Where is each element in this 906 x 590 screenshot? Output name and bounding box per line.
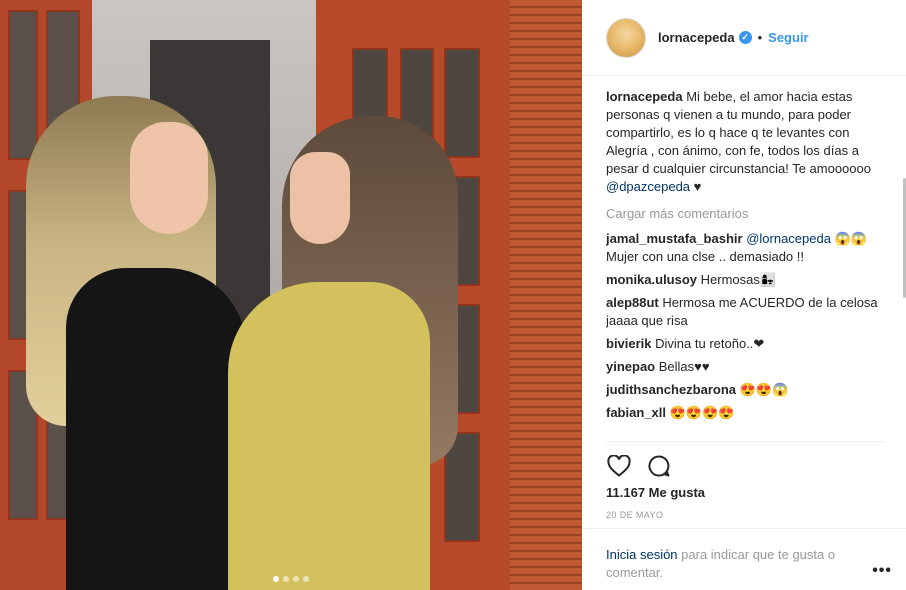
comment-item: monika.ulusoy Hermosas👩‍👧 <box>606 271 886 289</box>
like-button[interactable] <box>606 453 632 479</box>
post-header: lornacepeda ✓ • Seguir <box>582 0 906 76</box>
comment-text: Bellas♥♥ <box>655 359 710 374</box>
photo-person-right-face <box>290 152 350 244</box>
load-more-comments-button[interactable]: Cargar más comentarios <box>606 205 886 223</box>
comment-username[interactable]: fabian_xll <box>606 405 666 420</box>
verified-badge-icon: ✓ <box>738 31 752 44</box>
comments-scrollbar[interactable] <box>902 88 906 440</box>
comment-item: judithsanchezbarona 😍😍😱 <box>606 381 886 399</box>
comment-username[interactable]: monika.ulusoy <box>606 272 697 287</box>
heart-icon <box>607 454 631 477</box>
carousel-dot[interactable] <box>303 576 309 582</box>
carousel-dot[interactable] <box>283 576 289 582</box>
carousel-indicator <box>0 576 582 582</box>
photo-person-left-coat <box>66 268 246 590</box>
post-date: 20 DE MAYO <box>606 510 664 520</box>
login-prompt: Inicia sesión para indicar que te gusta … <box>582 528 906 590</box>
comments-list[interactable]: lornacepeda Mi bebe, el amor hacia estas… <box>606 88 886 440</box>
caption-mention[interactable]: @dpazcepeda <box>606 179 690 194</box>
comment-text: 😍😍😱 <box>736 382 789 397</box>
instagram-post: lornacepeda ✓ • Seguir lornacepeda Mi be… <box>0 0 906 590</box>
caption-suffix: ♥ <box>690 179 702 194</box>
post-sidebar: lornacepeda ✓ • Seguir lornacepeda Mi be… <box>582 0 906 590</box>
post-photo[interactable] <box>0 0 582 590</box>
header-username[interactable]: lornacepeda <box>658 30 735 45</box>
comment-text: 😍😍😍😍 <box>665 405 735 420</box>
follow-button[interactable]: Seguir <box>768 30 808 45</box>
comment-bubble-icon <box>648 455 670 476</box>
header-separator: • <box>757 30 763 45</box>
caption: lornacepeda Mi bebe, el amor hacia estas… <box>606 88 886 196</box>
comment-item: yinepao Bellas♥♥ <box>606 358 886 376</box>
caption-username[interactable]: lornacepeda <box>606 89 683 104</box>
comment-item: bivierik Divina tu retoño..❤ <box>606 335 886 353</box>
carousel-dot[interactable] <box>293 576 299 582</box>
comment-item: jamal_mustafa_bashir @lornacepeda 😱😱 Muj… <box>606 230 886 266</box>
comment-username[interactable]: yinepao <box>606 359 655 374</box>
avatar[interactable] <box>606 17 646 58</box>
comment-username[interactable]: alep88ut <box>606 295 659 310</box>
carousel-dot[interactable] <box>273 576 279 582</box>
login-link[interactable]: Inicia sesión <box>606 547 678 562</box>
more-options-button[interactable]: ••• <box>872 563 892 579</box>
comment-item: fabian_xll 😍😍😍😍 <box>606 404 886 422</box>
comment-text: Divina tu retoño..❤ <box>651 336 765 351</box>
comment-button[interactable] <box>646 453 672 479</box>
photo-shutter <box>510 0 582 590</box>
comment-item: alep88ut Hermosa me ACUERDO de la celosa… <box>606 294 886 330</box>
comment-mention[interactable]: @lornacepeda <box>746 231 831 246</box>
comment-container: jamal_mustafa_bashir @lornacepeda 😱😱 Muj… <box>606 230 886 422</box>
photo-person-left-face <box>130 122 208 234</box>
comment-username[interactable]: jamal_mustafa_bashir <box>606 231 743 246</box>
comment-username[interactable]: judithsanchezbarona <box>606 382 736 397</box>
photo-person-right-sweater <box>228 282 430 590</box>
comment-username[interactable]: bivierik <box>606 336 652 351</box>
action-bar <box>606 441 886 485</box>
likes-count[interactable]: 11.167 Me gusta <box>606 485 705 500</box>
comment-text: Hermosas👩‍👧 <box>697 272 777 287</box>
